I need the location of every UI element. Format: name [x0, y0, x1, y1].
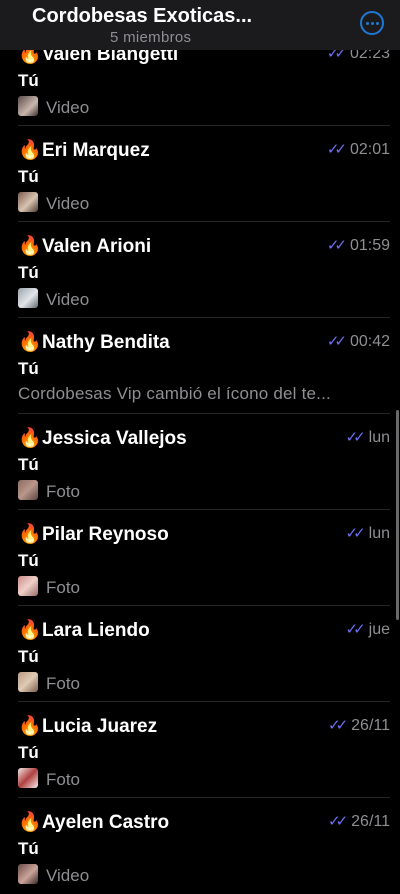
- fire-icon: 🔥: [18, 332, 42, 353]
- chat-row[interactable]: 🔥Jessica Vallejos ✓✓ lun Tú Foto: [0, 414, 400, 510]
- video-thumbnail-icon: [18, 288, 38, 308]
- photo-thumbnail-icon: [18, 576, 38, 596]
- chat-time: ✓✓ lun: [345, 525, 391, 542]
- chat-preview: Video: [18, 192, 89, 214]
- chat-preview: Video: [18, 288, 89, 310]
- double-check-icon: ✓✓: [326, 333, 347, 350]
- chat-sender: Tú: [18, 743, 39, 762]
- chat-preview: Foto: [18, 768, 80, 790]
- fire-icon: 🔥: [18, 716, 42, 737]
- photo-thumbnail-icon: [18, 768, 38, 788]
- chat-time: ✓✓ 26/11: [328, 813, 390, 830]
- chat-preview: Foto: [18, 576, 80, 598]
- chat-time: ✓✓ 02:01: [326, 141, 390, 158]
- fire-icon: 🔥: [18, 620, 42, 641]
- ellipsis-circle-icon[interactable]: [360, 11, 384, 35]
- chat-row[interactable]: 🔥Valen Arioni ✓✓ 01:59 Tú Video: [0, 222, 400, 318]
- double-check-icon: ✓✓: [345, 429, 366, 446]
- chat-row[interactable]: 🔥Lucia Juarez ✓✓ 26/11 Tú Foto: [0, 702, 400, 798]
- chat-header: Cordobesas Exoticas... 5 miembros: [0, 0, 400, 50]
- chat-row[interactable]: 🔥Pilar Reynoso ✓✓ lun Tú Foto: [0, 510, 400, 606]
- fire-icon: 🔥: [18, 524, 42, 545]
- chat-sender: Tú: [18, 71, 39, 90]
- chat-preview: Video: [18, 864, 89, 886]
- chat-row[interactable]: 🔥Lara Liendo ✓✓ jue Tú Foto: [0, 606, 400, 702]
- chat-sender: Tú: [18, 167, 39, 186]
- video-thumbnail-icon: [18, 864, 38, 884]
- chat-sender: Tú: [18, 839, 39, 858]
- chat-time: ✓✓ 26/11: [328, 717, 390, 734]
- chat-preview: Video: [18, 96, 89, 118]
- chat-sender: Tú: [18, 551, 39, 570]
- chat-time: ✓✓ 01:59: [326, 237, 390, 254]
- chat-name: 🔥Ayelen Castro: [18, 812, 170, 833]
- scrollbar[interactable]: [396, 410, 399, 620]
- chat-name: 🔥Lucia Juarez: [18, 716, 158, 737]
- double-check-icon: ✓✓: [345, 621, 366, 638]
- chat-time: ✓✓ 00:42: [326, 333, 390, 350]
- chat-sender: Tú: [18, 647, 39, 666]
- double-check-icon: ✓✓: [326, 237, 347, 254]
- double-check-icon: ✓✓: [326, 141, 347, 158]
- member-count: 5 miembros: [110, 29, 192, 46]
- chat-name: 🔥Pilar Reynoso: [18, 524, 169, 545]
- video-thumbnail-icon: [18, 96, 38, 116]
- chat-name: 🔥Nathy Bendita: [18, 332, 170, 353]
- video-thumbnail-icon: [18, 192, 38, 212]
- chat-time: ✓✓ lun: [345, 429, 391, 446]
- chat-sender: Tú: [18, 263, 39, 282]
- chat-name: 🔥Valen Arioni: [18, 236, 152, 257]
- chat-row[interactable]: 🔥Ayelen Castro ✓✓ 26/11 Tú Video: [0, 798, 400, 894]
- chat-name: 🔥Eri Marquez: [18, 140, 150, 161]
- chat-row[interactable]: 🔥Nathy Bendita ✓✓ 00:42 Tú Cordobesas Vip…: [0, 318, 400, 414]
- double-check-icon: ✓✓: [345, 525, 366, 542]
- fire-icon: 🔥: [18, 140, 42, 161]
- chat-name: 🔥Jessica Vallejos: [18, 428, 187, 449]
- photo-thumbnail-icon: [18, 672, 38, 692]
- fire-icon: 🔥: [18, 428, 42, 449]
- chat-row[interactable]: 🔥Eri Marquez ✓✓ 02:01 Tú Video: [0, 126, 400, 222]
- chat-preview: Foto: [18, 672, 80, 694]
- page-title: Cordobesas Exoticas...: [32, 5, 253, 27]
- double-check-icon: ✓✓: [328, 813, 348, 830]
- fire-icon: 🔥: [18, 236, 42, 257]
- fire-icon: 🔥: [18, 812, 42, 833]
- photo-thumbnail-icon: [18, 480, 38, 500]
- chat-name: 🔥Lara Liendo: [18, 620, 150, 641]
- chat-preview: Foto: [18, 480, 80, 502]
- chat-sender: Tú: [18, 455, 39, 474]
- chat-preview: Cordobesas Vip cambió el ícono del te...: [18, 384, 331, 403]
- double-check-icon: ✓✓: [328, 717, 348, 734]
- chat-time: ✓✓ jue: [345, 621, 391, 638]
- chat-sender: Tú: [18, 359, 39, 378]
